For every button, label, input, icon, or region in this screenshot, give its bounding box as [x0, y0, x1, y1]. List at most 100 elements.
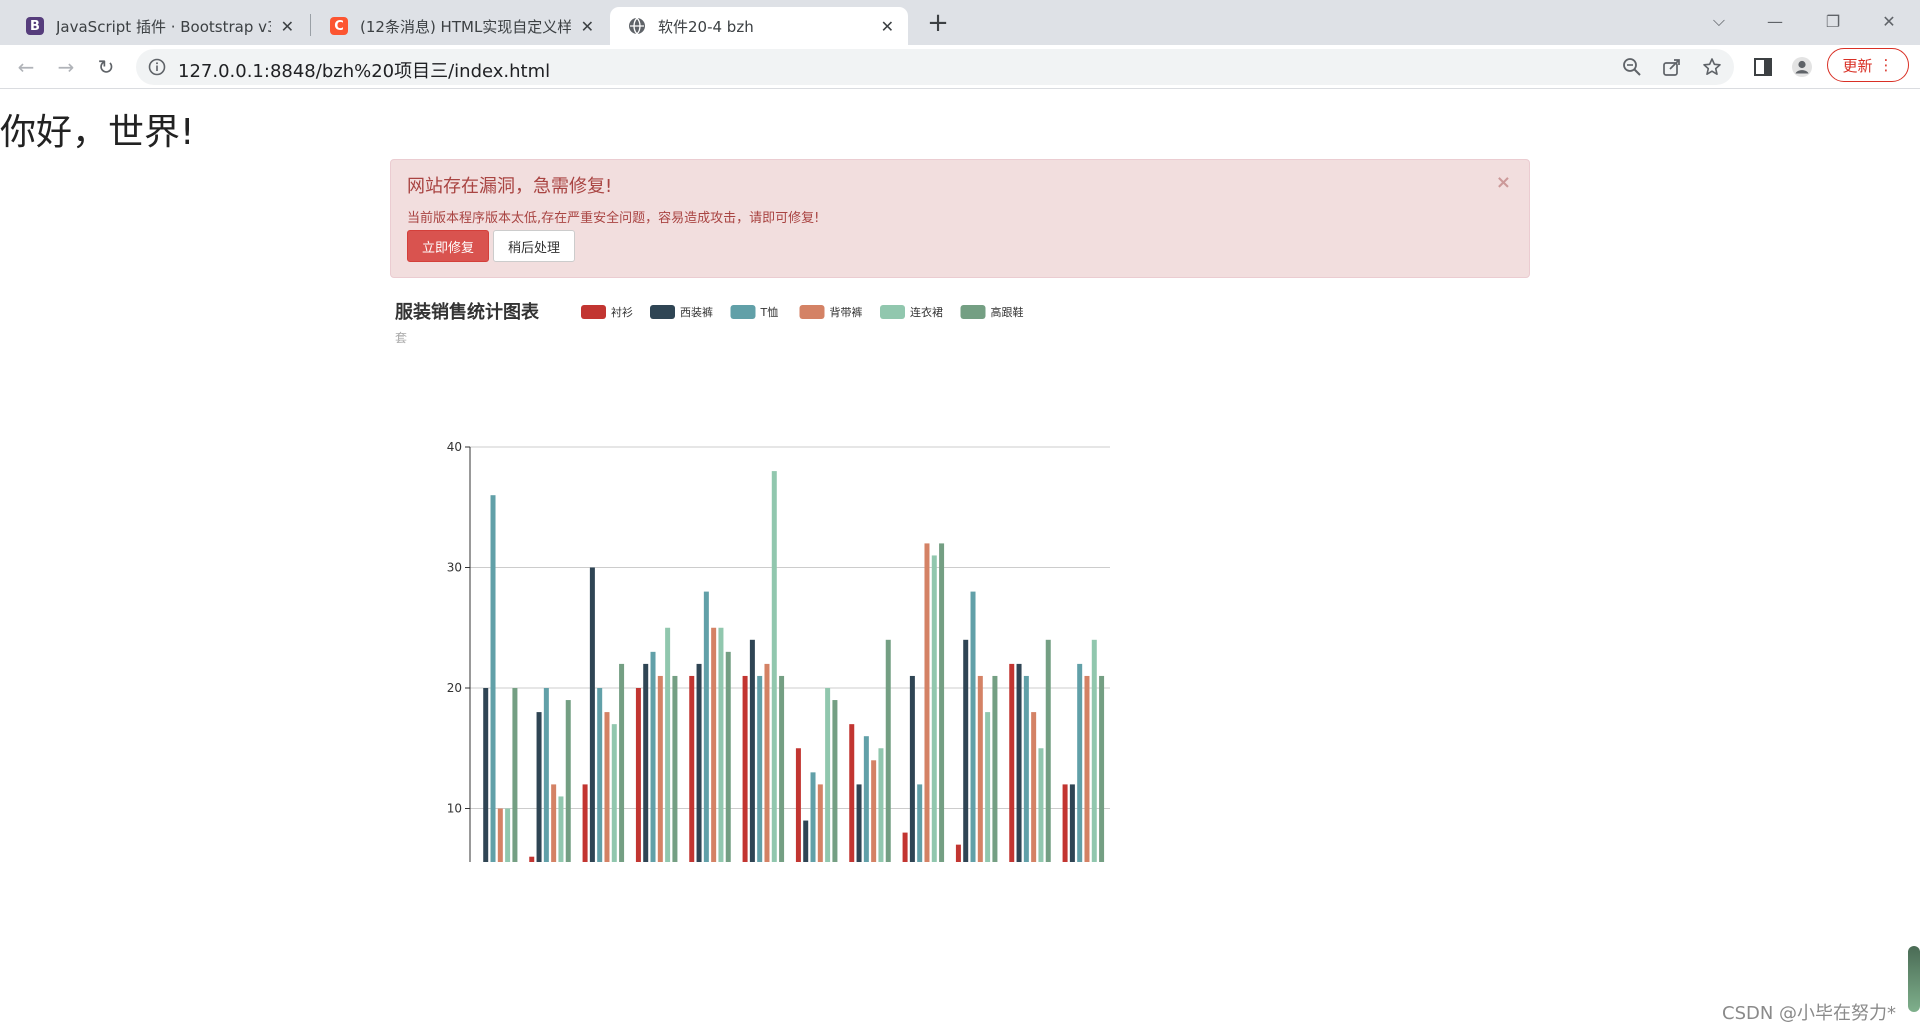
bar-3-9 [977, 675, 983, 862]
bar-2-2 [597, 688, 603, 862]
bar-0-7 [849, 724, 855, 862]
bar-3-11 [1084, 675, 1090, 862]
close-icon[interactable]: ✕ [581, 17, 594, 36]
bar-1-5 [749, 639, 755, 862]
tab-search-chevron-icon[interactable]: ⌵ [1696, 6, 1742, 36]
bar-1-9 [963, 639, 969, 862]
chart-title: 服装销售统计图表 [395, 301, 540, 323]
danger-alert: 网站存在漏洞，急需修复! × 当前版本程序版本太低,存在严重安全问题，容易造成攻… [390, 159, 1530, 278]
browser-toolbar: ← → ↻ 127.0.0.1:8848/bzh%20项目三/index.htm… [0, 45, 1920, 89]
bar-2-4 [703, 591, 709, 862]
back-arrow-icon[interactable]: ← [10, 51, 42, 83]
address-bar[interactable]: 127.0.0.1:8848/bzh%20项目三/index.html [136, 49, 1734, 85]
tab-title: JavaScript 插件 · Bootstrap v3 [56, 17, 271, 36]
bar-4-2 [611, 724, 617, 862]
bar-1-8 [909, 675, 915, 862]
bar-5-9 [992, 675, 998, 862]
tab-bootstrap[interactable]: B JavaScript 插件 · Bootstrap v3 ✕ [8, 7, 308, 45]
legend-swatch-2 [730, 305, 756, 319]
url-text[interactable]: 127.0.0.1:8848/bzh%20项目三/index.html [178, 57, 550, 83]
alert-title: 网站存在漏洞，急需修复! [407, 176, 613, 197]
legend-swatch-5 [960, 305, 986, 319]
legend-label-4: 连衣裙 [910, 305, 943, 319]
bar-0-10 [1009, 663, 1015, 862]
bar-3-10 [1031, 712, 1037, 862]
csdn-watermark: CSDN @小毕在努力* [1722, 1003, 1897, 1024]
alert-close-icon[interactable]: × [1496, 172, 1511, 193]
close-icon[interactable]: ✕ [881, 17, 894, 36]
close-icon[interactable]: ✕ [281, 17, 294, 36]
page-heading: 你好，世界! [0, 112, 195, 153]
bar-1-10 [1016, 663, 1022, 862]
minimize-button[interactable]: — [1752, 6, 1798, 36]
profile-avatar-icon[interactable] [1791, 56, 1813, 78]
legend-swatch-4 [880, 305, 905, 319]
bookmark-star-icon[interactable] [1702, 57, 1722, 77]
bar-5-4 [725, 651, 731, 862]
bar-2-10 [1023, 675, 1029, 862]
tab-current[interactable]: 软件20-4 bzh ✕ [610, 7, 908, 45]
bar-5-1 [565, 700, 571, 862]
legend-swatch-3 [799, 305, 825, 319]
bar-1-3 [643, 663, 649, 862]
bar-2-6 [810, 772, 816, 862]
zoom-icon[interactable] [1622, 57, 1642, 77]
forward-arrow-icon[interactable]: → [50, 51, 82, 83]
bootstrap-favicon-icon: B [26, 17, 44, 35]
info-icon[interactable] [148, 58, 166, 76]
side-panel-icon[interactable] [1752, 56, 1774, 78]
bar-5-7 [885, 639, 891, 862]
window-close-button[interactable]: ✕ [1866, 6, 1912, 36]
bar-4-3 [665, 627, 671, 862]
y-tick-label-1: 10 [447, 802, 462, 816]
bar-5-11 [1099, 675, 1105, 862]
reload-icon[interactable]: ↻ [90, 51, 122, 83]
bar-0-6 [795, 748, 801, 862]
page-viewport: 你好，世界! 网站存在漏洞，急需修复! × 当前版本程序版本太低,存在严重安全问… [0, 89, 1920, 1030]
new-tab-button[interactable]: + [922, 7, 954, 39]
bar-1-7 [856, 784, 862, 862]
bar-3-2 [604, 712, 610, 862]
globe-icon [629, 17, 645, 35]
legend-label-1: 西装裤 [680, 305, 713, 319]
bar-0-2 [582, 784, 588, 862]
legend-swatch-0 [581, 305, 606, 319]
bar-3-6 [817, 784, 823, 862]
legend-label-2: T恤 [760, 306, 779, 319]
bar-2-8 [917, 784, 923, 862]
bar-0-11 [1062, 784, 1068, 862]
bar-3-0 [497, 808, 503, 862]
bar-0-1 [529, 856, 535, 862]
tab-separator [310, 14, 311, 36]
bar-1-4 [696, 663, 702, 862]
fix-now-button[interactable]: 立即修复 [407, 230, 489, 262]
tab-title: 软件20-4 bzh [658, 17, 754, 36]
bar-4-8 [931, 555, 937, 862]
bar-3-5 [764, 663, 770, 862]
bar-3-3 [657, 675, 663, 862]
side-widget-handle[interactable] [1908, 946, 1920, 1012]
bar-5-5 [779, 675, 785, 862]
bar-1-11 [1069, 784, 1075, 862]
alert-message: 当前版本程序版本太低,存在严重安全问题，容易造成攻击，请即可修复! [407, 211, 820, 226]
bar-2-7 [863, 736, 869, 862]
share-icon[interactable] [1662, 57, 1682, 77]
bar-4-6 [825, 688, 831, 862]
restore-button[interactable]: ❐ [1810, 6, 1856, 36]
update-button[interactable]: 更新 ⋮ [1827, 48, 1909, 82]
update-label: 更新 [1842, 56, 1873, 75]
legend-label-3: 背带裤 [830, 305, 863, 319]
bar-2-9 [970, 591, 976, 862]
tab-csdn[interactable]: C (12条消息) HTML实现自定义样式 ✕ [312, 7, 608, 45]
bar-5-6 [832, 700, 838, 862]
legend-label-5: 高跟鞋 [991, 305, 1024, 319]
bar-3-8 [924, 543, 930, 862]
y-tick-label-3: 30 [447, 561, 462, 575]
bar-3-1 [551, 784, 557, 862]
later-button[interactable]: 稍后处理 [493, 230, 575, 262]
browser-tab-strip: B JavaScript 插件 · Bootstrap v3 ✕ C (12条消… [0, 0, 1920, 45]
chart-subtitle: 套 [395, 331, 407, 345]
bar-4-4 [718, 627, 724, 862]
y-tick-label-2: 20 [447, 681, 462, 695]
bar-0-4 [689, 675, 695, 862]
